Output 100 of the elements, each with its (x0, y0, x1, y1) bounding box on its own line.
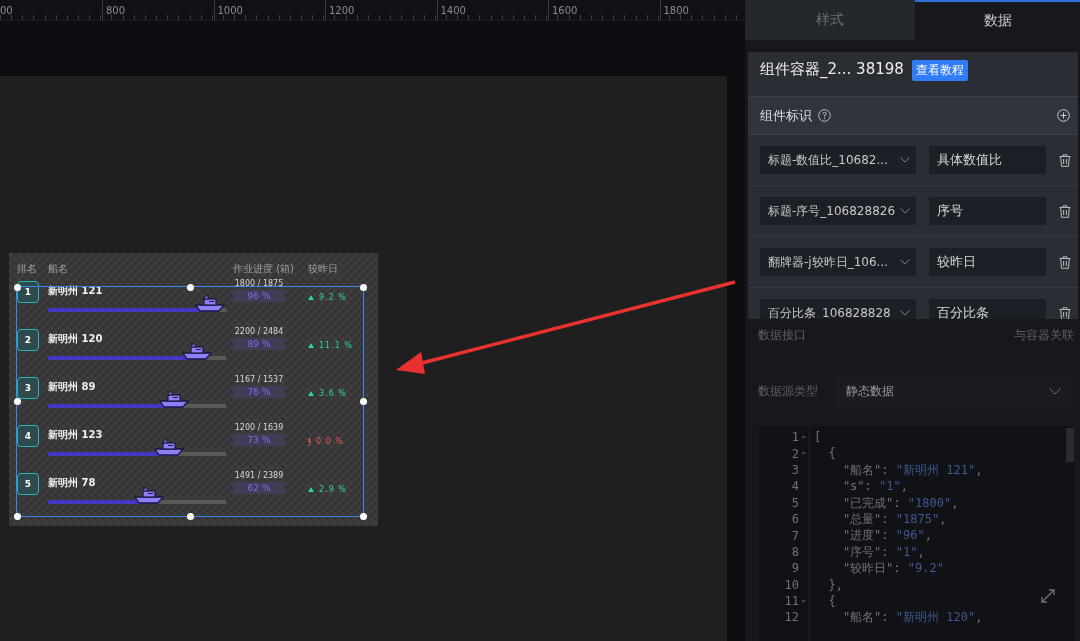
trash-icon[interactable] (1059, 255, 1071, 269)
scrollbar[interactable] (1066, 428, 1074, 462)
expand-icon[interactable] (1040, 588, 1056, 604)
progress-count: 2200 / 2484 (234, 327, 284, 336)
alias-input[interactable]: 具体数值比 (929, 146, 1046, 174)
ruler-label: 1000 (217, 5, 243, 16)
code-line: "进度": "96", (841, 527, 933, 544)
ship-icon (134, 487, 165, 504)
component-select[interactable]: 翻牌器-j较昨日_106... (760, 248, 916, 276)
alias-input[interactable]: 较昨日 (929, 248, 1046, 276)
line-number: 2 (791, 446, 799, 461)
exclamation-icon (308, 437, 311, 446)
resize-handle[interactable] (13, 398, 21, 405)
resize-handle[interactable] (186, 512, 194, 520)
line-number: 5 (791, 495, 799, 510)
code-line: [ (814, 429, 823, 446)
chevron-down-icon (900, 157, 910, 163)
chevron-down-icon (1049, 387, 1061, 395)
code-line: { (827, 445, 837, 462)
ship-name: 新明州 120 (48, 332, 103, 346)
line-number: 4 (791, 479, 799, 494)
trash-icon[interactable] (1059, 306, 1071, 319)
ruler-label: 1600 (552, 5, 578, 16)
ship-icon (159, 391, 190, 408)
component-title: 组件容器_2... 38198 (760, 60, 904, 79)
rank-badge: 2 (17, 329, 39, 351)
line-number: 12 (784, 610, 799, 625)
line-number: 7 (791, 528, 799, 543)
rank-badge: 5 (17, 473, 39, 495)
code-line: "s": "1", (841, 478, 909, 495)
component-select[interactable]: 标题-数值比_10682... (760, 146, 916, 174)
resize-handle[interactable] (359, 512, 367, 520)
change-value: 9.2 % (319, 293, 347, 302)
ship-name: 新明州 78 (48, 476, 96, 490)
code-line: "船名": "新明州 121", (841, 461, 983, 479)
column-header: 较昨日 (308, 262, 338, 276)
change-value: 0.0 % (316, 437, 344, 446)
resize-handle[interactable] (359, 283, 367, 291)
code-line: "船名": "新明州 120", (841, 609, 983, 626)
code-line: { (827, 592, 837, 610)
help-icon[interactable] (818, 109, 831, 122)
column-header: 排名 (17, 262, 38, 276)
progress-percent: 76 % (233, 386, 285, 398)
up-triangle-icon (308, 487, 314, 492)
column-header: 船名 (48, 262, 69, 276)
chevron-down-icon (900, 208, 910, 214)
tutorial-button[interactable]: 查看教程 (911, 60, 968, 81)
resize-handle[interactable] (186, 283, 194, 291)
code-line: "已完成": "1800", (841, 494, 960, 511)
chevron-down-icon (900, 310, 910, 316)
code-line: }, (827, 576, 844, 593)
trash-icon[interactable] (1059, 153, 1071, 167)
line-number: 6 (791, 512, 799, 527)
resize-handle[interactable] (359, 398, 367, 405)
line-number: 9 (791, 561, 799, 576)
line-number: 3 (791, 462, 799, 477)
progress-percent: 96 % (233, 290, 285, 302)
column-header: 作业进度 (箱) (233, 262, 295, 276)
ship-name: 新明州 123 (48, 428, 103, 442)
progress-percent: 62 % (233, 482, 285, 494)
chevron-down-icon (900, 259, 910, 265)
add-icon[interactable] (1057, 109, 1070, 122)
up-triangle-icon (308, 343, 314, 348)
up-triangle-icon (308, 391, 314, 396)
alias-input[interactable]: 百分比条 (929, 299, 1046, 319)
progress-count: 1491 / 2389 (234, 471, 284, 480)
ruler-label: 1400 (440, 5, 466, 16)
change-value: 3.6 % (319, 389, 347, 398)
ruler-label: 1800 (663, 5, 689, 16)
source-type-select[interactable]: 静态数据 (836, 375, 1071, 407)
ship-name: 新明州 89 (48, 380, 96, 394)
rank-badge: 3 (17, 377, 39, 399)
rank-badge: 4 (17, 425, 39, 447)
ship-icon (153, 439, 184, 456)
up-triangle-icon (308, 295, 314, 300)
ship-icon (182, 343, 213, 360)
field-label: 数据源类型 (758, 382, 819, 400)
code-line: "序号": "1", (841, 543, 926, 561)
code-editor[interactable]: 1 2 3 4 5 6 7 8 9 10 11 12 [ { "船名": "新明州 121", "s": "1", "已完成": "1800", "总量": "1875", "进度": "96", "序号": "1", "较昨日": "9.2" }, { "船名": "新明州 120", (759, 426, 1074, 641)
progress-percent: 73 % (233, 434, 285, 446)
progress-percent: 89 % (233, 338, 285, 350)
section-title: 数据接口 (758, 327, 806, 344)
ruler-label: 800 (106, 5, 126, 16)
line-number: 11 (784, 594, 799, 609)
alias-input[interactable]: 序号 (929, 197, 1046, 225)
progress-count: 1800 / 1875 (234, 279, 284, 288)
ship-icon (194, 295, 225, 312)
line-number: 10 (784, 577, 799, 592)
trash-icon[interactable] (1059, 204, 1071, 218)
component-select[interactable]: 百分比条_106828828 (760, 299, 916, 319)
progress-count: 1200 / 1639 (234, 423, 284, 432)
line-number: 8 (791, 544, 799, 559)
rank-badge: 1 (17, 281, 39, 303)
resize-handle[interactable] (13, 283, 21, 291)
code-line: "总量": "1875", (841, 510, 948, 528)
resize-handle[interactable] (13, 512, 21, 520)
ruler-label: 1200 (329, 5, 355, 16)
progress-count: 1167 / 1537 (234, 375, 284, 384)
change-value: 11.1 % (319, 341, 353, 350)
component-select[interactable]: 标题-序号_106828826 (760, 197, 916, 225)
